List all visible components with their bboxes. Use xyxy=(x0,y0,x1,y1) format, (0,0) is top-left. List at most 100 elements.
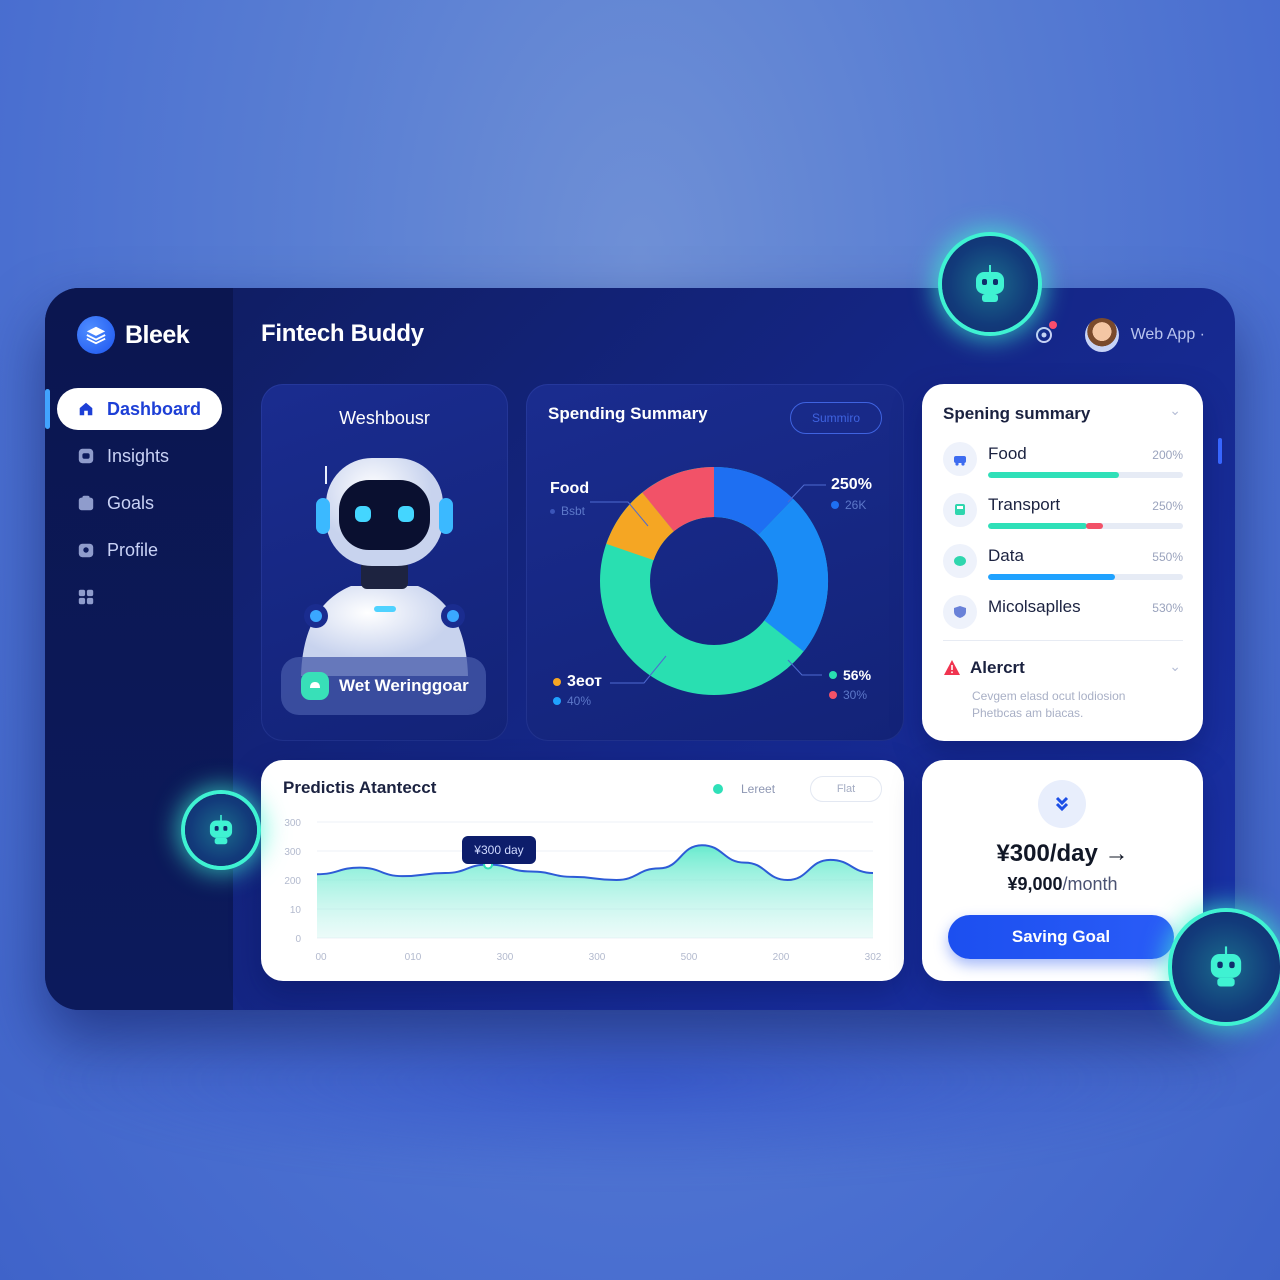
chat-icon xyxy=(301,672,329,700)
sidebar-item-label: Insights xyxy=(107,445,170,466)
alert-body: Cevgem elasd ocut lodiosion Phetbcas am … xyxy=(972,689,1126,720)
donut-sub-bottom-left: 40% xyxy=(553,694,591,708)
donut-label-bottom-right: 56% xyxy=(829,667,871,683)
summary-row-transport[interactable]: Transport 250% xyxy=(943,491,1183,535)
saving-goal-button[interactable]: Saving Goal xyxy=(948,915,1174,959)
x-tick-label: 00 xyxy=(315,952,327,963)
x-tick-label: 302 xyxy=(865,952,882,963)
progress-bar xyxy=(988,472,1183,478)
progress-fill xyxy=(988,523,1088,529)
row-percent: 550% xyxy=(1152,550,1183,564)
area-fill xyxy=(317,845,873,938)
donut-label-top-right: 250% xyxy=(831,476,872,493)
x-tick-label: 500 xyxy=(681,952,698,963)
alert-title: Alercrt xyxy=(970,658,1025,677)
chart-tooltip: ¥300 day xyxy=(462,836,536,864)
shield-icon xyxy=(943,595,977,629)
home-icon xyxy=(79,402,93,416)
progress-fill-accent xyxy=(1085,523,1104,529)
data-icon xyxy=(943,544,977,578)
brand[interactable]: Bleek xyxy=(77,316,190,354)
donut-label-text: 3еот xyxy=(567,673,603,690)
x-tick-label: 200 xyxy=(773,952,790,963)
insights-icon xyxy=(78,448,94,464)
y-tick-label: 300 xyxy=(284,818,301,829)
donut-sub-text: 40% xyxy=(567,694,592,708)
background-glow xyxy=(40,980,1240,1180)
row-percent: 200% xyxy=(1152,448,1183,462)
prediction-chart-card: Predictis Atantecct Lereet Flat 300 300 20… xyxy=(261,760,904,981)
saving-goal-card: ¥300/day → ¥9,000/month Saving Goal xyxy=(922,760,1203,981)
prediction-area-chart: 300300200100 00 010 300 300 500 200 302 xyxy=(284,818,882,963)
assistant-title: Weshbousr xyxy=(339,408,430,428)
scrollbar-thumb[interactable] xyxy=(1218,438,1222,464)
spending-summary-card: Spending Summary Summiro Food Bsbt 250% … xyxy=(526,384,904,741)
sidebar-item-dashboard[interactable]: Dashboard xyxy=(57,388,222,430)
x-tick-label: 300 xyxy=(497,952,514,963)
progress-fill xyxy=(988,574,1115,580)
donut-sub-food: Bsbt xyxy=(550,504,585,518)
sidebar-item-goals[interactable]: Goals xyxy=(57,482,222,524)
donut-sub-text: 30% xyxy=(843,688,868,702)
progress-fill xyxy=(988,472,1119,478)
robot-illustration xyxy=(301,458,468,676)
avatar[interactable] xyxy=(1084,318,1119,352)
donut-label-text: 56% xyxy=(843,667,872,683)
monthly-saving-amount: ¥9,000/month xyxy=(922,874,1203,895)
robot-badge-icon xyxy=(185,794,257,866)
sidebar-item-more[interactable] xyxy=(57,576,222,618)
donut-segment-lightblue xyxy=(757,499,829,652)
y-tick-label: 0 xyxy=(295,934,301,945)
sidebar-nav: Dashboard Insights Goals Profile xyxy=(57,388,222,623)
layers-logo-icon xyxy=(77,316,115,354)
row-percent: 530% xyxy=(1152,601,1183,615)
car-icon xyxy=(943,442,977,476)
bus-icon xyxy=(943,493,977,527)
series-line xyxy=(316,844,874,882)
donut-sub-text: Bsbt xyxy=(561,504,586,518)
donut-label-food: Food xyxy=(550,480,590,497)
monthly-amount-value: ¥9,000 xyxy=(1007,874,1063,894)
sidebar: Bleek Dashboard Insights Goals Profile xyxy=(45,288,233,1010)
chevron-down-icon[interactable]: ⌄ xyxy=(1169,402,1181,419)
notification-icon[interactable] xyxy=(1033,321,1057,346)
sidebar-item-label: Profile xyxy=(107,539,159,560)
robot-badge-icon xyxy=(942,236,1038,332)
row-name: Micolsaplles xyxy=(988,597,1081,616)
assistant-card: Weshbousr Wet Weringgoar xyxy=(261,384,508,741)
warning-icon xyxy=(944,660,960,675)
donut-label-bottom-left: 3еот xyxy=(553,673,602,691)
donut-sub-bottom-right: 30% xyxy=(829,688,867,702)
header-actions: Web App · xyxy=(1033,318,1205,352)
summary-row-misc[interactable]: Micolsaplles 530% xyxy=(943,593,1183,637)
spending-summary-list-card: Spening summary ⌄ Food 200% Transport 25… xyxy=(922,384,1203,741)
sidebar-item-insights[interactable]: Insights xyxy=(57,435,222,477)
brand-name: Bleek xyxy=(125,320,190,349)
donut-segment-orange xyxy=(606,492,675,562)
assistant-button-label: Wet Weringgoar xyxy=(339,676,469,695)
progress-bar xyxy=(988,574,1183,580)
donut-segment-red xyxy=(642,467,716,533)
nav-active-marker xyxy=(45,389,50,429)
robot-badge-icon xyxy=(1172,912,1280,1022)
monthly-amount-unit: /month xyxy=(1062,874,1118,894)
row-name: Food xyxy=(988,444,1027,463)
sidebar-item-profile[interactable]: Profile xyxy=(57,529,222,571)
x-tick-label: 010 xyxy=(405,952,422,963)
chevron-down-icon[interactable]: ⌄ xyxy=(1169,658,1181,675)
y-tick-label: 200 xyxy=(284,876,301,887)
donut-segment-blue xyxy=(713,466,794,536)
app-switch-label[interactable]: Web App · xyxy=(1131,326,1205,344)
progress-bar xyxy=(988,523,1183,529)
sidebar-item-label: Goals xyxy=(107,492,155,513)
summary-row-data[interactable]: Data 550% xyxy=(943,542,1183,586)
summary-row-food[interactable]: Food 200% xyxy=(943,440,1183,484)
page-title: Fintech Buddy xyxy=(261,320,424,347)
donut-sub-text: 26K xyxy=(845,498,867,512)
grid-icon xyxy=(78,589,94,605)
divider xyxy=(943,640,1183,641)
card-title: Spening summary xyxy=(943,404,1091,423)
y-tick-label: 10 xyxy=(290,905,302,916)
assistant-button[interactable]: Wet Weringgoar xyxy=(281,657,486,715)
sidebar-item-label: Dashboard xyxy=(107,398,202,419)
